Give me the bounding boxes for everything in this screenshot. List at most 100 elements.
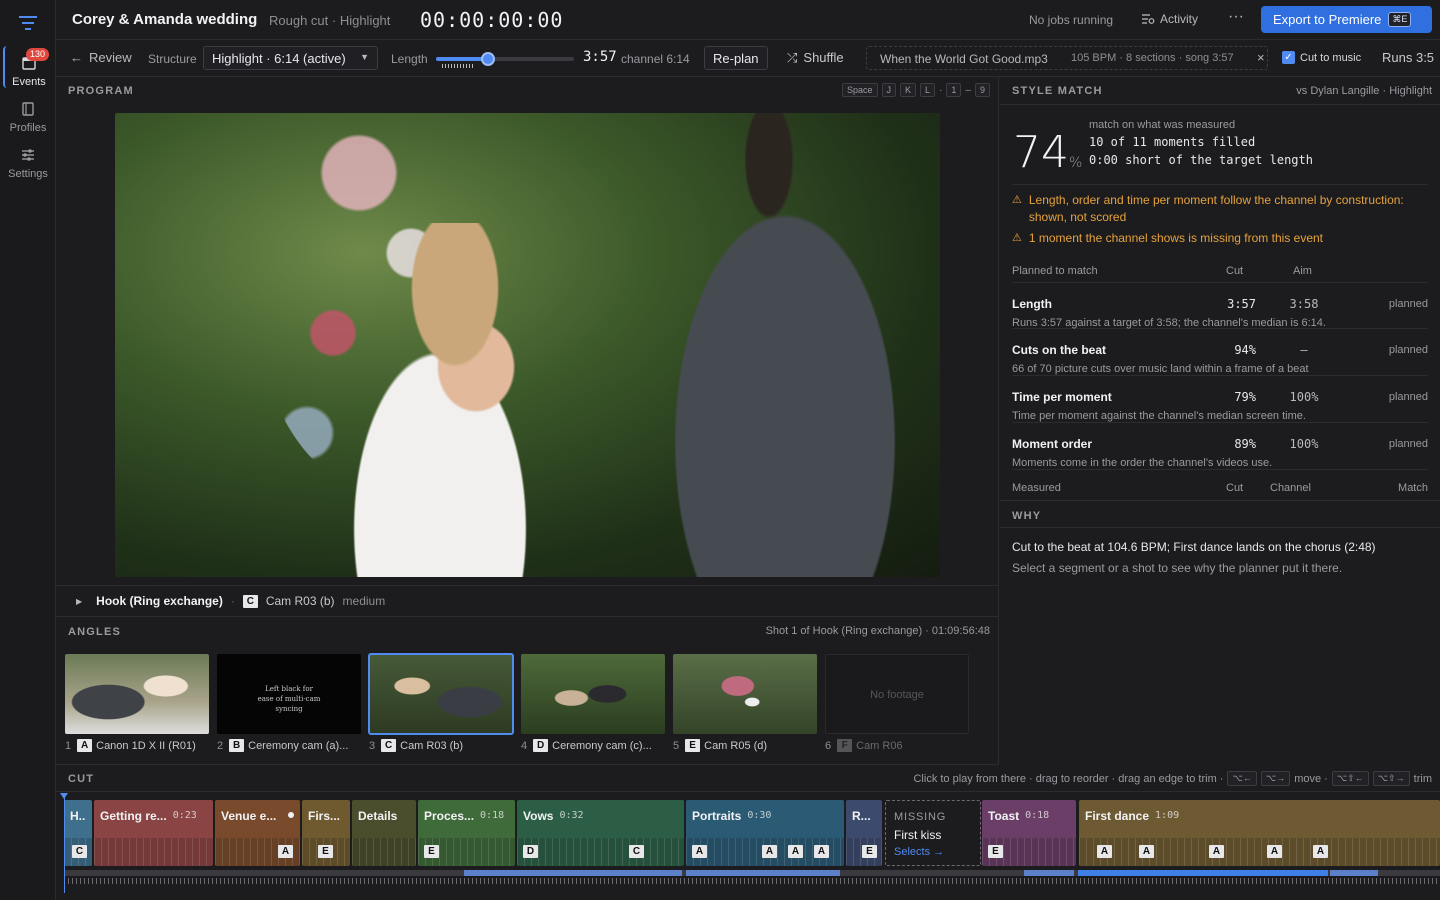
edit-toolbar: ← Review Structure Highlight · 6:14 (act… bbox=[56, 40, 1440, 77]
beat-markers bbox=[64, 878, 1440, 884]
key-separator: · bbox=[939, 84, 943, 96]
selects-link[interactable]: Selects → bbox=[894, 846, 944, 858]
program-video-frame[interactable] bbox=[115, 113, 940, 577]
clip-label: Details bbox=[358, 809, 397, 823]
rail-profiles-label: Profiles bbox=[9, 122, 47, 134]
metric-description: Moments come in the order the channel's … bbox=[1012, 457, 1273, 469]
cut-to-music-checkbox[interactable]: ✓ Cut to music bbox=[1282, 51, 1361, 64]
angle-number: 6 bbox=[825, 739, 832, 752]
angles-label: ANGLES bbox=[68, 626, 122, 638]
metric-cut: 79% bbox=[1234, 390, 1256, 404]
metric-row-moment-order[interactable]: Moment order 89% 100% planned Moments co… bbox=[1012, 423, 1428, 470]
timeline-clip[interactable]: H.. C bbox=[64, 800, 92, 866]
activity-icon bbox=[1142, 14, 1155, 24]
measured-label: Measured bbox=[1012, 482, 1061, 494]
clip-camera-badge: C bbox=[629, 845, 644, 858]
timeline-playhead[interactable] bbox=[60, 793, 68, 893]
events-badge: 130 bbox=[26, 48, 50, 61]
audio-segment bbox=[464, 870, 682, 876]
timeline-clip[interactable]: Details bbox=[352, 800, 416, 866]
clip-name: H.. bbox=[70, 809, 86, 823]
timeline-clip[interactable]: Proces... 0:18 E bbox=[418, 800, 515, 866]
angle-card-5[interactable]: 5 E Cam R05 (d) bbox=[673, 654, 817, 752]
planned-aim-col: Aim bbox=[1293, 265, 1312, 277]
timecode-display: 00:00:00:00 bbox=[420, 8, 564, 32]
clip-camera-badge: A bbox=[814, 845, 829, 858]
clip-camera-badge: A bbox=[692, 845, 707, 858]
slider-knob[interactable] bbox=[481, 52, 496, 66]
play-triangle-icon[interactable]: ▶ bbox=[76, 597, 82, 606]
angle-card-2[interactable]: Left black for ease of multi-cam syncing… bbox=[217, 654, 361, 752]
angle-card-4[interactable]: 4 D Ceremony cam (c)... bbox=[521, 654, 665, 752]
clip-label: H.. bbox=[70, 809, 85, 823]
timeline-clip[interactable]: First dance 1:09 A A A A A bbox=[1079, 800, 1440, 866]
clip-camera-badge: E bbox=[862, 845, 877, 858]
metric-status: planned bbox=[1388, 344, 1428, 356]
activity-button[interactable]: Activity bbox=[1141, 12, 1198, 26]
timeline-clip[interactable]: Toast 0:18 E bbox=[982, 800, 1076, 866]
shuffle-button[interactable]: ⤮ Shuffle bbox=[787, 50, 844, 66]
more-menu-button[interactable]: ··· bbox=[1228, 8, 1244, 26]
key-range-dash: – bbox=[965, 84, 971, 96]
timeline-clip[interactable]: Firs... E bbox=[302, 800, 350, 866]
angle-number: 5 bbox=[673, 739, 680, 752]
why-explanation: Cut to the beat at 104.6 BPM; First danc… bbox=[1012, 540, 1376, 554]
angle-card-3[interactable]: 3 C Cam R03 (b) bbox=[368, 653, 514, 752]
metric-description: 66 of 70 picture cuts over music land wi… bbox=[1012, 363, 1309, 375]
clip-shot-ticks bbox=[352, 838, 416, 866]
style-match-panel: STYLE MATCH vs Dylan Langille · Highligh… bbox=[1000, 77, 1440, 765]
replan-button[interactable]: Re-plan bbox=[704, 46, 768, 70]
timeline-clip[interactable]: Portraits 0:30 A A A A bbox=[686, 800, 844, 866]
style-reference: vs Dylan Langille · Highlight bbox=[1296, 85, 1432, 97]
clip-label: Toast 0:18 bbox=[988, 809, 1049, 823]
song-meta: 105 BPM · 8 sections · song 3:57 bbox=[1071, 52, 1234, 64]
camera-letter-badge: B bbox=[229, 739, 245, 752]
structure-select[interactable]: Highlight · 6:14 (active) ▼ bbox=[203, 46, 378, 70]
length-slider[interactable] bbox=[436, 52, 574, 68]
angle-thumbnail-text: Left black for ease of multi-cam syncing bbox=[257, 685, 321, 713]
key-9: 9 bbox=[974, 83, 990, 97]
metric-row-cuts-on-beat[interactable]: Cuts on the beat 94% — planned 66 of 70 … bbox=[1012, 329, 1428, 376]
chevron-down-icon: ▼ bbox=[360, 52, 369, 62]
music-track-field[interactable]: When the World Got Good.mp3 105 BPM · 8 … bbox=[866, 46, 1268, 70]
angle-card-6[interactable]: No footage 6 F Cam R06 bbox=[825, 654, 969, 752]
measured-cut-col: Cut bbox=[1226, 482, 1244, 494]
timeline-clip[interactable]: Venue e... A bbox=[215, 800, 300, 866]
audio-segment bbox=[1024, 870, 1074, 876]
rail-settings-label: Settings bbox=[8, 168, 48, 180]
timeline-clip[interactable]: R... E bbox=[846, 800, 882, 866]
audio-track[interactable] bbox=[64, 870, 1440, 876]
rail-events[interactable]: 130 Events bbox=[3, 46, 53, 88]
timeline-clip[interactable]: Getting re... 0:23 bbox=[94, 800, 213, 866]
project-subtitle: Rough cut · Highlight bbox=[269, 13, 391, 28]
rail-settings[interactable]: Settings bbox=[3, 138, 53, 180]
clip-camera-badge: A bbox=[1097, 845, 1112, 858]
measured-match-col: Match bbox=[1398, 482, 1428, 494]
metric-aim: — bbox=[1300, 343, 1308, 357]
clip-name: Venue e... bbox=[221, 809, 277, 823]
clip-shot-ticks bbox=[1079, 838, 1440, 866]
why-hint: Select a segment or a shot to see why th… bbox=[1012, 561, 1343, 575]
metric-row-length[interactable]: Length 3:57 3:58 planned Runs 3:57 again… bbox=[1012, 282, 1428, 329]
settings-sliders-icon bbox=[22, 149, 34, 161]
metric-name: Length bbox=[1012, 297, 1052, 311]
remove-song-button[interactable]: × bbox=[1257, 50, 1265, 65]
cut-to-music-label: Cut to music bbox=[1300, 51, 1362, 64]
angle-card-1[interactable]: 1 A Canon 1D X II (R01) bbox=[65, 654, 209, 752]
export-to-premiere-button[interactable]: Export to Premiere ⌘E bbox=[1261, 6, 1432, 33]
jobs-status: No jobs running bbox=[1029, 13, 1114, 27]
timeline-clip[interactable]: Vows 0:32 D C bbox=[517, 800, 684, 866]
camera-letter-badge: F bbox=[837, 739, 853, 752]
warning-text: 1 moment the channel shows is missing fr… bbox=[1028, 231, 1324, 245]
missing-moment-slot[interactable]: MISSING First kiss Selects → bbox=[885, 800, 981, 866]
angles-panel: ANGLES Shot 1 of Hook (Ring exchange) · … bbox=[56, 617, 999, 765]
review-back-button[interactable]: ← Review bbox=[70, 50, 132, 65]
metric-name: Cuts on the beat bbox=[1012, 343, 1107, 357]
metric-row-time-per-moment[interactable]: Time per moment 79% 100% planned Time pe… bbox=[1012, 376, 1428, 423]
rail-profiles[interactable]: Profiles bbox=[3, 92, 53, 134]
missing-moment-name: First kiss bbox=[894, 828, 942, 842]
app-logo-icon[interactable] bbox=[18, 14, 38, 32]
metric-cut: 94% bbox=[1234, 343, 1256, 357]
clip-duration: 1:09 bbox=[1155, 810, 1180, 821]
activity-label: Activity bbox=[1160, 12, 1199, 26]
